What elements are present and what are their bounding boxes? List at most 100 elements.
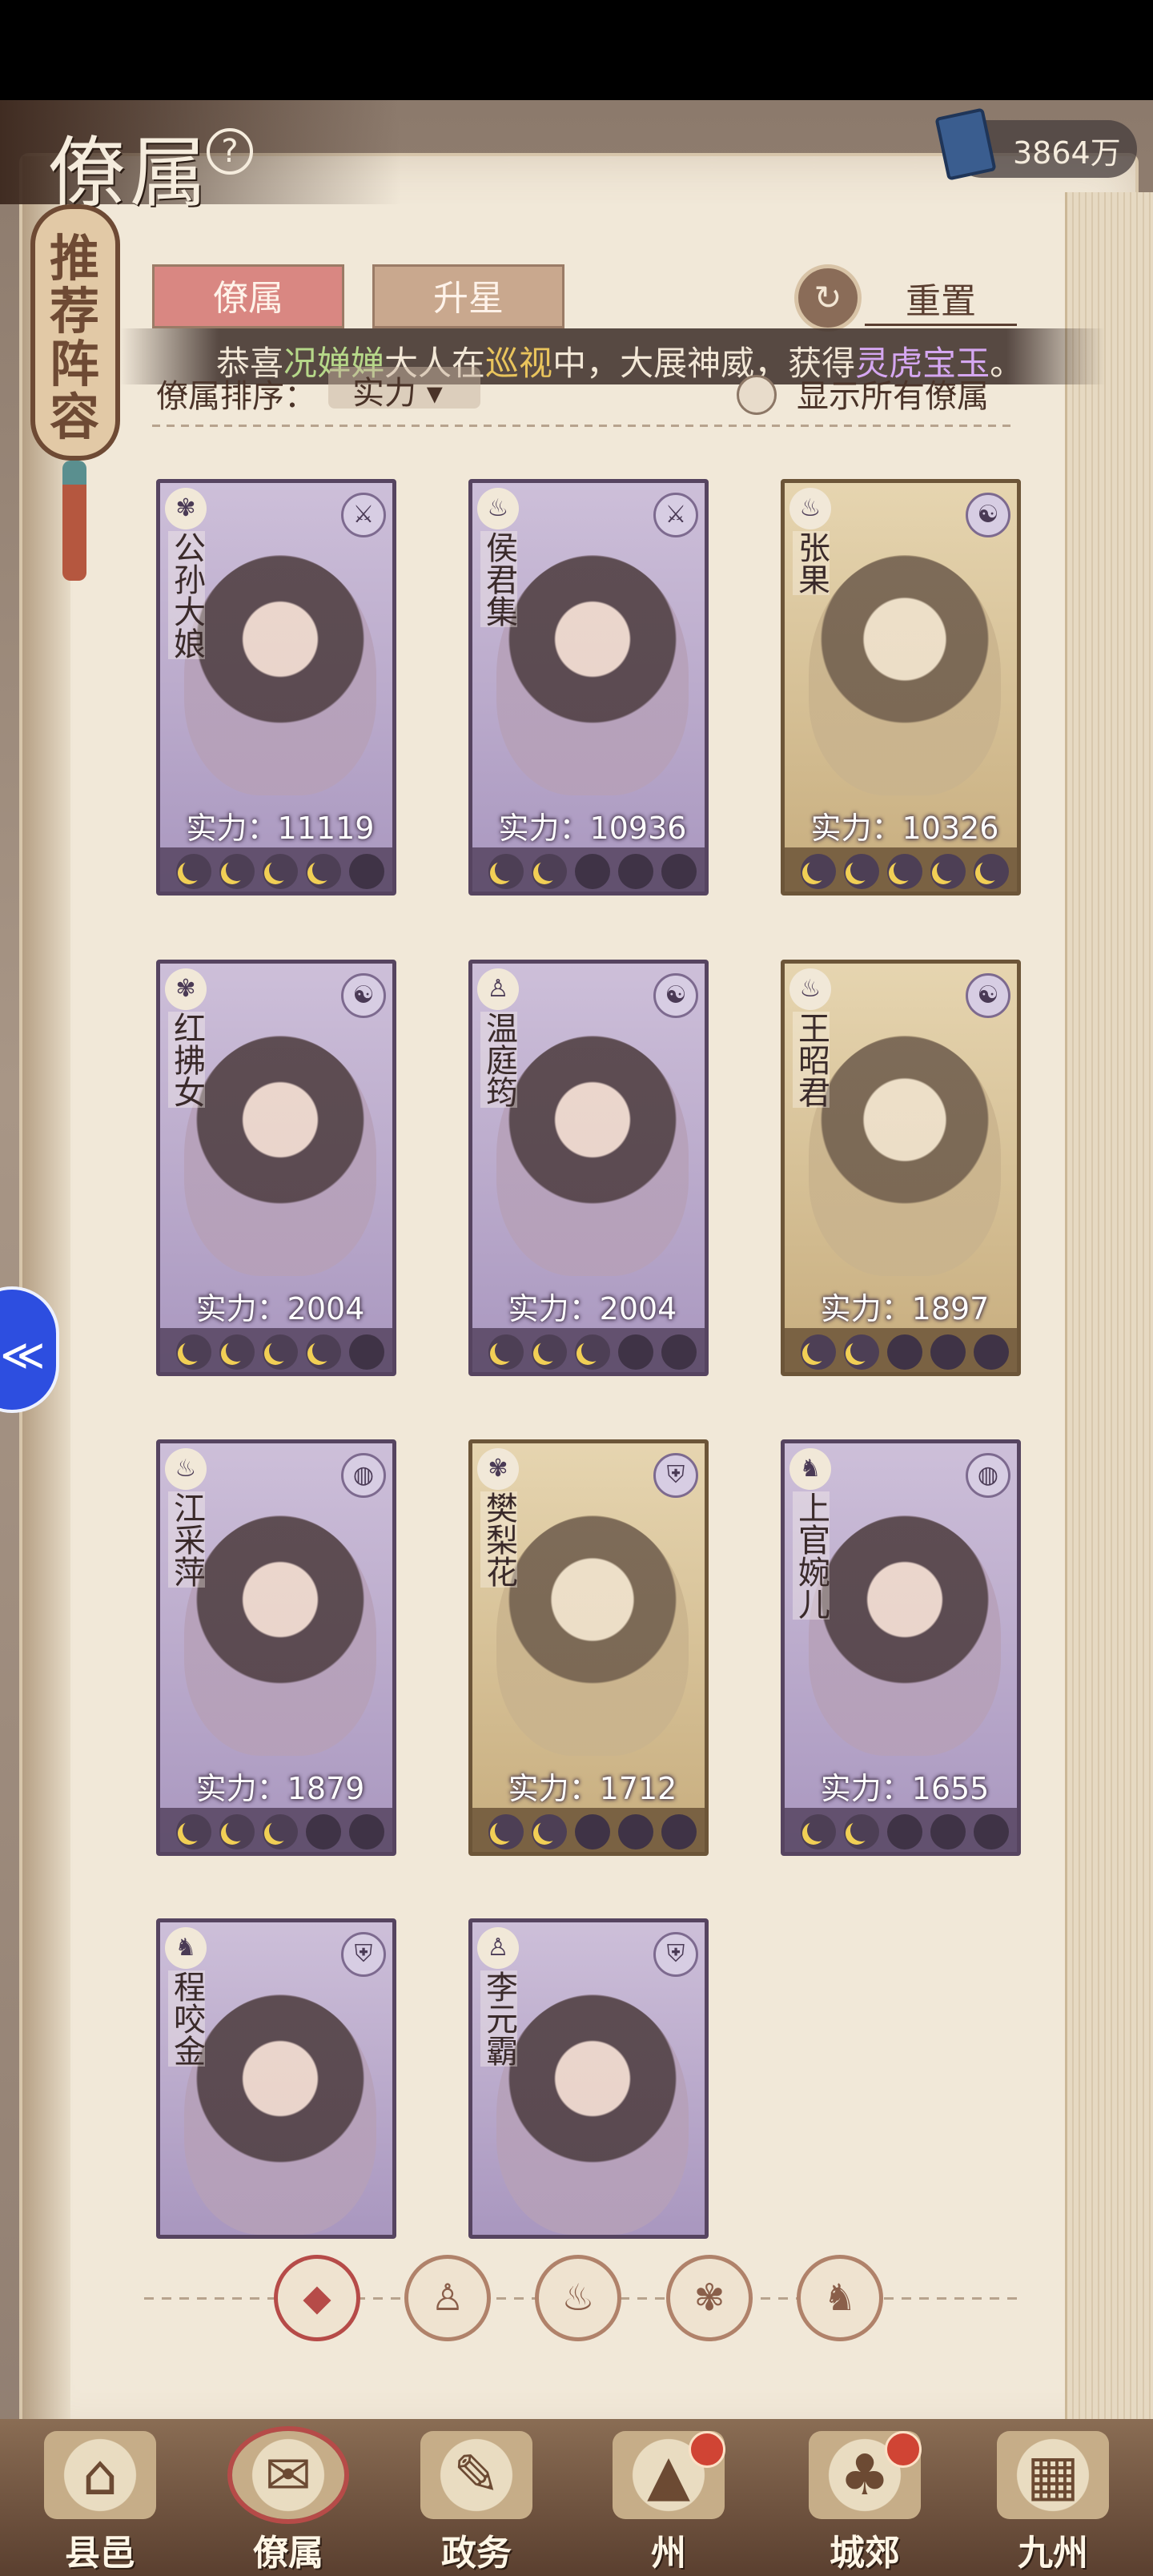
card-name: 王昭君 — [793, 1012, 830, 1108]
character-portrait — [184, 1994, 376, 2235]
moon-empty-icon — [306, 1814, 341, 1849]
staff-card[interactable]: ♞ ◍ 上官婉儿 实力：1655 — [781, 1439, 1021, 1856]
nav-item[interactable]: ▦ 九州 — [977, 2431, 1129, 2574]
moon-empty-icon — [887, 1814, 922, 1849]
moon-lit-icon — [575, 1334, 610, 1370]
character-portrait — [496, 555, 689, 795]
card-power: 实力：10936 — [498, 811, 687, 846]
yinyang-icon: ☯ — [966, 973, 1010, 1018]
book-page-edge — [1065, 192, 1153, 2451]
yinyang-icon: ☯ — [966, 493, 1010, 537]
shield-icon: ⛨ — [653, 1453, 698, 1498]
staff-card[interactable]: ✾ ⛨ 樊梨花 实力：1712 — [468, 1439, 709, 1856]
staff-card[interactable]: ♨ ☯ 张果 实力：10326 — [781, 479, 1021, 896]
star-level-row — [785, 1808, 1017, 1852]
card-name: 程咬金 — [168, 1970, 205, 2067]
staff-card[interactable]: ✾ ☯ 红拂女 实力：2004 — [156, 960, 396, 1376]
help-icon[interactable]: ? — [207, 128, 253, 175]
star-level-row — [472, 847, 705, 892]
moon-empty-icon — [618, 1334, 653, 1370]
fan-icon: ✾ — [165, 488, 207, 529]
moon-lit-icon — [176, 1334, 211, 1370]
card-power: 实力：10326 — [810, 811, 999, 846]
staff-card[interactable]: ✾ ⚔ 公孙大娘 实力：11119 — [156, 479, 396, 896]
tassel-decoration — [62, 461, 86, 581]
show-all-label: 显示所有僚属 — [797, 378, 989, 415]
recommended-lineup-label: 推荐阵容 — [49, 229, 99, 446]
drum-icon: ◍ — [341, 1453, 386, 1498]
staff-card[interactable]: ♙ ☯ 温庭筠 实力：2004 — [468, 960, 709, 1376]
nav-building-icon: ▦ — [997, 2431, 1109, 2519]
moon-lit-icon — [219, 1334, 255, 1370]
moon-empty-icon — [575, 1814, 610, 1849]
moon-lit-icon — [974, 854, 1009, 889]
drum-icon: ◍ — [966, 1453, 1010, 1498]
staff-card[interactable]: ♙ ⛨ 李元霸 — [468, 1918, 709, 2239]
nav-label: 县邑 — [65, 2533, 135, 2574]
nav-label: 城郊 — [830, 2533, 900, 2574]
card-name: 上官婉儿 — [793, 1491, 830, 1620]
fan-icon: ✾ — [477, 1448, 519, 1490]
gourd-icon: ♨ — [477, 488, 519, 529]
moon-lit-icon — [801, 1334, 836, 1370]
staff-card[interactable]: ♞ ⛨ 程咬金 — [156, 1918, 396, 2239]
bell-icon: ♙ — [477, 968, 519, 1010]
star-level-row — [160, 1328, 392, 1372]
filter-bell-icon[interactable]: ♙ — [404, 2255, 491, 2341]
staff-card[interactable]: ♨ ◍ 江采萍 实力：1879 — [156, 1439, 396, 1856]
moon-lit-icon — [263, 854, 298, 889]
card-power: 实力：2004 — [508, 1291, 677, 1326]
character-portrait — [809, 555, 1001, 795]
character-portrait — [496, 1515, 689, 1756]
moon-empty-icon — [349, 854, 384, 889]
sort-label: 僚属排序： — [156, 378, 316, 415]
card-name: 公孙大娘 — [168, 531, 205, 659]
moon-lit-icon — [532, 1334, 567, 1370]
show-all-checkbox[interactable] — [737, 375, 777, 415]
sword-icon: ⚔ — [341, 493, 386, 537]
star-level-row — [472, 1328, 705, 1372]
filter-diamond-icon[interactable]: ◆ — [274, 2255, 360, 2341]
bell-icon: ♙ — [477, 1927, 519, 1969]
character-portrait — [184, 1036, 376, 1276]
moon-lit-icon — [219, 854, 255, 889]
status-bar — [0, 0, 1153, 104]
sort-dropdown[interactable]: 实力 ▾ — [328, 367, 480, 412]
filter-fan-icon[interactable]: ✾ — [666, 2255, 753, 2341]
moon-empty-icon — [930, 1814, 966, 1849]
moon-lit-icon — [306, 854, 341, 889]
moon-lit-icon — [263, 1814, 298, 1849]
nav-label: 僚属 — [253, 2533, 323, 2574]
gourd-icon: ♨ — [165, 1448, 207, 1490]
nav-item[interactable]: ♣ 城郊 — [789, 2431, 941, 2574]
card-name: 樊梨花 — [480, 1491, 517, 1588]
moon-lit-icon — [930, 854, 966, 889]
nav-item[interactable]: ✎ 政务 — [400, 2431, 552, 2574]
staff-card[interactable]: ♨ ☯ 王昭君 实力：1897 — [781, 960, 1021, 1376]
staff-card[interactable]: ♨ ⚔ 侯君集 实力：10936 — [468, 479, 709, 896]
moon-empty-icon — [349, 1814, 384, 1849]
divider — [152, 425, 1017, 427]
reset-icon[interactable]: ↻ — [794, 264, 862, 332]
moon-lit-icon — [844, 1814, 879, 1849]
nav-item[interactable]: ⌂ 县邑 — [24, 2431, 176, 2574]
card-power: 实力：2004 — [195, 1291, 365, 1326]
moon-empty-icon — [974, 1814, 1009, 1849]
nav-building-icon: ⌂ — [44, 2431, 156, 2519]
moon-empty-icon — [661, 1334, 697, 1370]
filter-monkey-icon[interactable]: ♞ — [797, 2255, 883, 2341]
nav-item[interactable]: ▲ 州 — [593, 2431, 745, 2574]
notification-dot — [885, 2431, 922, 2468]
tab-staff[interactable]: 僚属 — [152, 264, 344, 328]
nav-item[interactable]: ✉ 僚属 — [212, 2431, 364, 2574]
moon-lit-icon — [263, 1334, 298, 1370]
moon-empty-icon — [575, 854, 610, 889]
shield-icon: ⛨ — [653, 1932, 698, 1977]
moon-empty-icon — [930, 1334, 966, 1370]
moon-empty-icon — [349, 1334, 384, 1370]
character-portrait — [496, 1036, 689, 1276]
card-name: 红拂女 — [168, 1012, 205, 1108]
reset-button[interactable]: 重置 — [865, 272, 1017, 326]
filter-gourd-icon[interactable]: ♨ — [535, 2255, 621, 2341]
tab-star-up[interactable]: 升星 — [372, 264, 564, 328]
